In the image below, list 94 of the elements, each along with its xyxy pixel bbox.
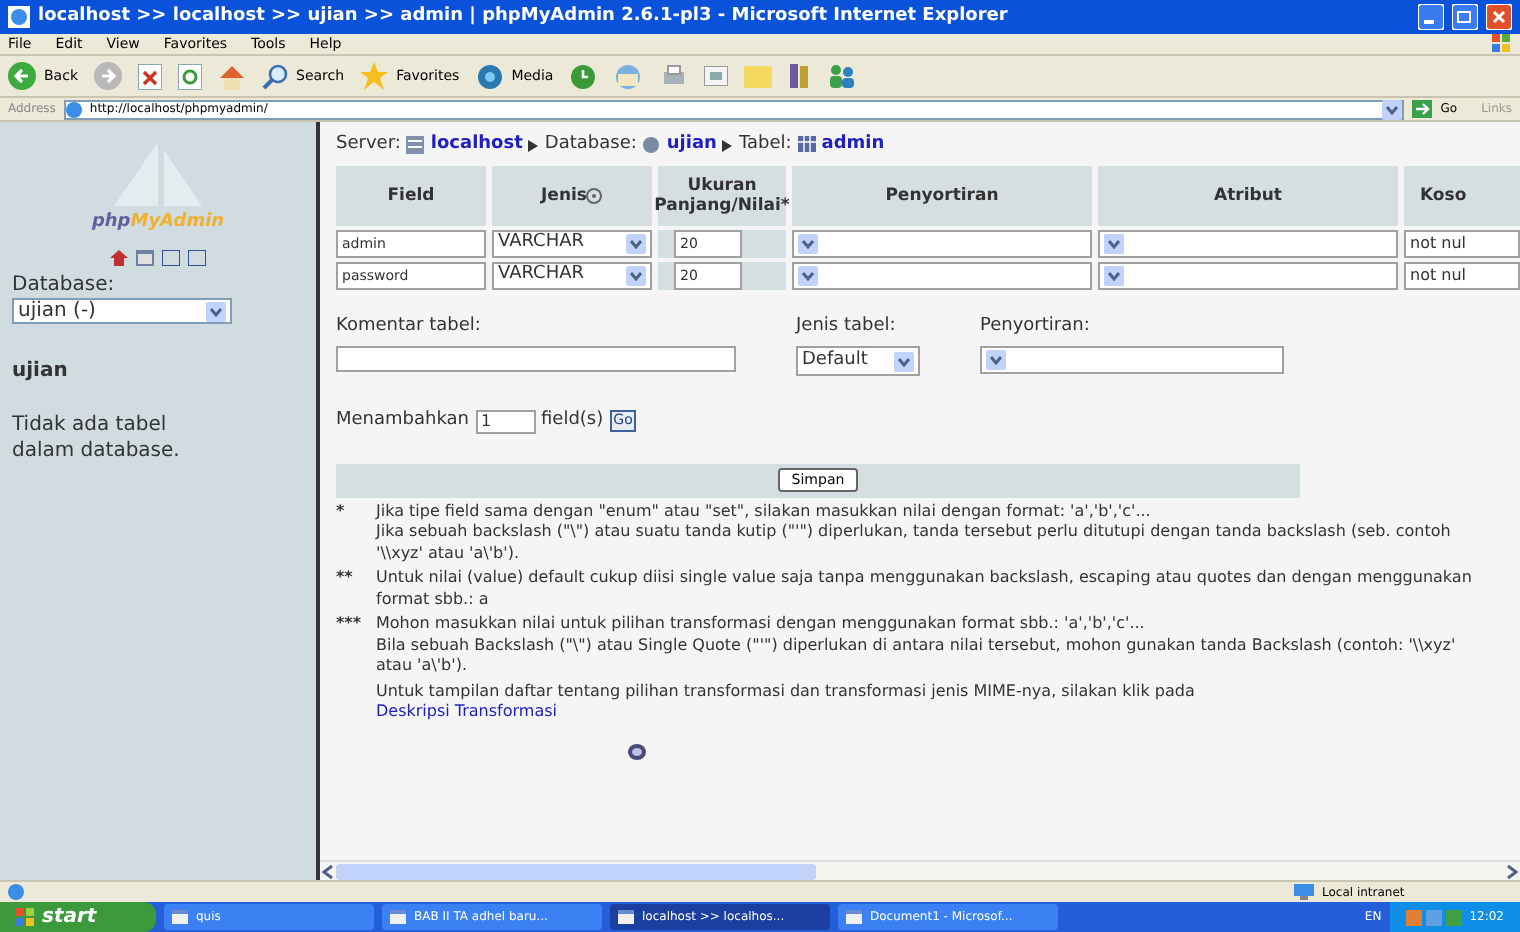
window-title: localhost >> localhost >> ujian >> admin | phpMyAdmin 2.6.1-pl3 - Microsoft Internet Explorer [38,3,1010,30]
page-icon [65,101,82,117]
breadcrumb-link[interactable]: localhost [430,132,523,159]
note-text: Mohon masukkan nilai untuk pilihan transformasi dengan menggunakan format sbb.: 'a','b','c'... [376,614,1147,635]
note-text: Jika tipe field sama dengan "enum" atau "set", silakan masukkan nilai dengan format: 'a','b','c'... [376,501,1153,522]
caret-icon [1104,265,1124,285]
collation-select[interactable] [980,346,1284,374]
search-icon [262,63,288,89]
arrow-right-icon [528,139,539,152]
start-button[interactable]: start [0,902,156,932]
restore-icon[interactable] [1452,4,1478,30]
windows-flag-icon [1492,34,1512,54]
arrow-right-icon [722,139,733,152]
browser-icon [8,6,30,28]
close-icon[interactable] [1486,4,1512,30]
column-header: Atribut [1098,165,1398,225]
people-icon[interactable] [827,64,856,88]
window-icon [390,910,406,924]
null-select[interactable]: not nul [1404,229,1520,257]
query-icon[interactable] [627,743,645,759]
caret-icon [626,233,646,253]
print-icon[interactable] [659,63,688,89]
forward-arrow-icon[interactable] [94,62,122,90]
note-text: Untuk tampilan daftar tentang pilihan transformasi dan transformasi jenis MIME-nya, silakan klik pada [376,681,1197,702]
breadcrumb-link[interactable]: admin [821,132,885,159]
minimize-icon[interactable] [1418,4,1444,30]
comment-input[interactable] [336,346,736,372]
caret-icon [626,265,646,285]
collation-label: Penyortiran: [980,313,1092,339]
back-arrow-icon [8,62,36,90]
help-icon [586,187,603,203]
windows-flag-icon [16,908,34,926]
footnote-mark: * [336,501,347,523]
footnote-mark: *** [336,614,364,636]
caret-icon [798,233,818,253]
database-select[interactable]: ujian (-) [12,298,232,324]
column-header: Penyortiran [792,165,1092,225]
arrow-right-icon [1504,863,1520,879]
caret-icon [798,265,818,285]
breadcrumb-label: Database: [544,132,637,158]
scrollbar-thumb[interactable] [336,863,816,879]
phpmyadmin-logo: phpMyAdmin [91,210,225,236]
go-arrow-icon [1412,100,1433,118]
note-text: Jika sebuah backslash ("\") atau suatu tanda kutip ("'") diperlukan, tanda tersebut perlu ditutupi dengan tanda backslash (seb. contoh '\\xyz' atau 'a\'b'). [376,522,1453,564]
caret-icon [206,301,226,321]
breadcrumb-link[interactable]: ujian [666,132,717,159]
type-select[interactable]: VARCHAR [492,229,652,257]
collation-select[interactable] [792,229,1092,257]
caret-icon [1104,233,1124,253]
home-icon[interactable] [110,249,128,265]
home-icon[interactable] [218,63,246,89]
note-text: Untuk nilai (value) default cukup diisi single value saja tanpa menggunakan backslash, escaping atau quotes dan dengan menggunakan format sbb.: a [376,568,1474,610]
table-icon [797,136,816,155]
column-header: Ukuran Panjang/Nilai* [658,165,786,225]
field-count-input[interactable]: 1 [475,409,535,434]
intranet-icon [1294,884,1314,900]
column-header: Jenis [492,165,652,225]
refresh-icon[interactable] [178,63,202,89]
horizontal-scrollbar[interactable] [320,860,1520,880]
collation-select[interactable] [792,261,1092,289]
footnote-mark: ** [336,568,355,590]
table-type-select[interactable]: Default [796,346,920,376]
comment-label: Komentar tabel: [336,313,483,339]
breadcrumb-label: Server: [336,132,401,158]
window-icon [846,910,862,924]
breadcrumb-label: Tabel: [738,132,792,158]
page-icon [8,884,24,900]
attribute-select[interactable] [1098,261,1398,289]
stop-icon[interactable] [138,63,162,89]
history-icon[interactable] [569,63,596,89]
null-select[interactable]: not nul [1404,261,1520,289]
table-type-label: Jenis tabel: [796,313,898,339]
window-icon [172,910,188,924]
transformation-link[interactable]: Deskripsi Transformasi [376,702,557,723]
server-icon [406,136,425,155]
database-label: Database: [12,273,117,298]
window-icon [618,910,634,924]
arrow-left-icon [320,863,336,879]
add-fields-label: Menambahkan [336,408,469,434]
note-text: Bila sebuah Backslash ("\") atau Single Quote ("'") diperlukan di antara nilai tersebut, mohon gunakan tanda Backslash (contoh: '\\xyz' atau 'a\'b'). [376,635,1458,677]
caret-icon [986,350,1006,370]
media-icon [475,63,504,89]
attribute-select[interactable] [1098,229,1398,257]
column-header: Koso [1404,165,1520,225]
type-select[interactable]: VARCHAR [492,261,652,289]
tray-icons [1405,909,1462,925]
books-icon[interactable] [787,64,812,88]
caret-icon [1382,99,1403,119]
empty-message: Tidak ada tabel dalam database. [12,414,182,464]
fields-label: field(s) [541,408,604,434]
caret-icon [894,351,914,371]
column-header: Field [336,165,486,225]
star-icon [360,62,389,90]
database-name: ujian [12,358,70,386]
